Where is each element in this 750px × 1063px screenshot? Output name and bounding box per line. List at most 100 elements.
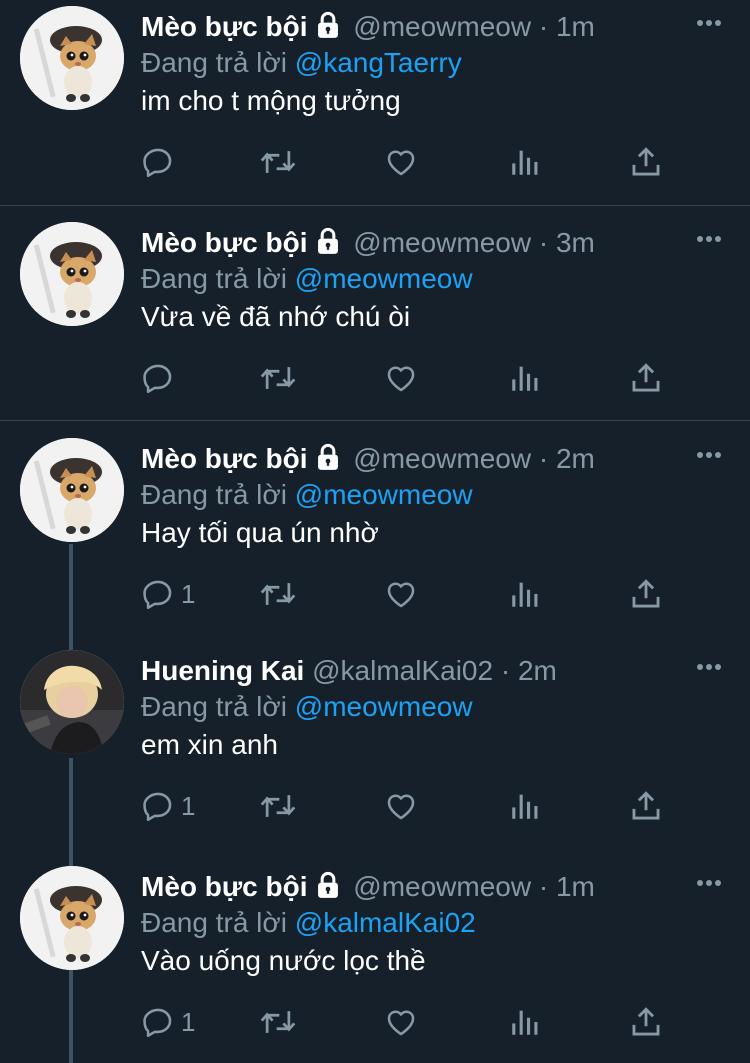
reply-icon [141,145,175,179]
reply-icon [141,577,175,611]
reply-button[interactable]: 1 [141,574,195,614]
tweet-actions: 1 [141,786,661,826]
reply-button[interactable] [141,358,181,398]
retweet-icon [259,361,297,395]
timestamp[interactable]: 1m [556,871,595,902]
reply-button[interactable]: 1 [141,786,195,826]
timestamp[interactable]: 3m [556,227,595,258]
share-button[interactable] [629,1002,663,1042]
like-icon [384,1005,418,1039]
more-icon[interactable] [696,230,722,248]
user-handle[interactable]: @meowmeow [353,227,531,258]
share-icon [629,789,663,823]
user-handle[interactable]: @meowmeow [353,443,531,474]
share-button[interactable] [629,786,663,826]
more-icon[interactable] [696,658,722,676]
separator-dot: · [538,227,549,258]
analytics-button[interactable] [508,358,542,398]
mention-link[interactable]: @kalmalKai02 [295,907,476,938]
tweet-text: Vào uống nước lọc thề [141,945,426,976]
display-name[interactable]: Mèo bực bội [141,227,308,258]
display-name[interactable]: Mèo bực bội [141,443,308,474]
tweet-header: Mèo bực bội @meowmeow · 1m [141,870,595,907]
more-icon[interactable] [696,874,722,892]
share-button[interactable] [629,142,663,182]
display-name[interactable]: Mèo bực bội [141,11,308,42]
like-icon [384,577,418,611]
lock-icon [314,11,342,47]
more-icon[interactable] [696,446,722,464]
more-icon[interactable] [696,14,722,32]
avatar-cat[interactable] [20,438,124,542]
like-button[interactable] [384,786,418,826]
analytics-icon [508,1005,542,1039]
mention-link[interactable]: @meowmeow [295,479,473,510]
like-button[interactable] [384,142,418,182]
user-handle[interactable]: @meowmeow [353,871,531,902]
tweet-text: em xin anh [141,729,278,760]
replying-to: Đang trả lời @meowmeow [141,690,473,724]
replying-to: Đang trả lời @kalmalKai02 [141,906,476,940]
retweet-button[interactable] [259,142,297,182]
share-button[interactable] [629,574,663,614]
share-icon [629,145,663,179]
tweet-actions: 1 [141,574,661,614]
lock-icon [314,871,342,907]
analytics-button[interactable] [508,574,542,614]
like-icon [384,361,418,395]
lock-icon [314,443,342,479]
display-name[interactable]: Mèo bực bội [141,871,308,902]
separator-dot: · [500,655,511,686]
timestamp[interactable]: 2m [556,443,595,474]
retweet-icon [259,1005,297,1039]
replying-to-label: Đang trả lời [141,691,287,722]
analytics-button[interactable] [508,142,542,182]
mention-link[interactable]: @meowmeow [295,263,473,294]
replying-to-label: Đang trả lời [141,263,287,294]
tweet-header: Mèo bực bội @meowmeow · 2m [141,442,595,479]
separator-dot: · [538,443,549,474]
reply-button[interactable]: 1 [141,1002,195,1042]
timestamp[interactable]: 1m [556,11,595,42]
like-button[interactable] [384,358,418,398]
avatar-cat[interactable] [20,222,124,326]
avatar-cat[interactable] [20,866,124,970]
replying-to-label: Đang trả lời [141,479,287,510]
analytics-icon [508,577,542,611]
tweet-actions [141,358,661,398]
avatar-cat[interactable] [20,6,124,110]
tweet-header: Mèo bực bội @meowmeow · 3m [141,226,595,263]
retweet-button[interactable] [259,1002,297,1042]
analytics-icon [508,361,542,395]
reply-button[interactable] [141,142,181,182]
retweet-button[interactable] [259,786,297,826]
retweet-button[interactable] [259,358,297,398]
display-name[interactable]: Huening Kai [141,655,304,686]
tweet-divider [0,205,750,206]
retweet-icon [259,145,297,179]
tweet-text: Hay tối qua ún nhờ [141,517,379,548]
reply-icon [141,361,175,395]
thread-line [69,758,73,866]
thread-line [69,544,73,652]
like-button[interactable] [384,1002,418,1042]
tweet-divider [0,420,750,421]
tweet-text: im cho t mộng tưởng [141,85,401,116]
user-handle[interactable]: @meowmeow [353,11,531,42]
reply-icon [141,789,175,823]
replying-to-label: Đang trả lời [141,907,287,938]
avatar-person[interactable] [20,650,124,754]
timestamp[interactable]: 2m [518,655,557,686]
mention-link[interactable]: @kangTaerry [295,47,462,78]
analytics-button[interactable] [508,1002,542,1042]
analytics-button[interactable] [508,786,542,826]
mention-link[interactable]: @meowmeow [295,691,473,722]
like-button[interactable] [384,574,418,614]
user-handle[interactable]: @kalmalKai02 [312,655,493,686]
retweet-icon [259,789,297,823]
retweet-button[interactable] [259,574,297,614]
reply-count: 1 [181,1006,196,1037]
share-button[interactable] [629,358,663,398]
replying-to: Đang trả lời @kangTaerry [141,46,462,80]
reply-count: 1 [181,790,196,821]
